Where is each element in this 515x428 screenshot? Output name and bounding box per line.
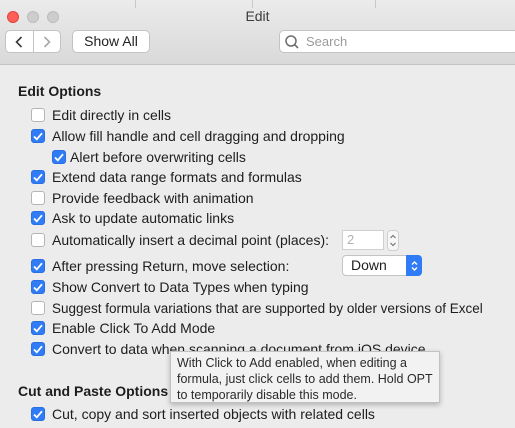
decimal-places-stepper[interactable] (387, 230, 399, 251)
checkbox[interactable] (31, 301, 45, 315)
checkmark-icon (33, 345, 43, 354)
click-to-add-tooltip: With Click to Add enabled, when editing … (170, 351, 440, 403)
section-title-cut-paste: Cut and Paste Options (18, 383, 169, 399)
checkmark-icon (33, 262, 43, 271)
window-toolbar: Edit Show All (0, 0, 515, 65)
checkmark-icon (33, 410, 43, 419)
checkbox[interactable] (31, 129, 45, 143)
option-label: Provide feedback with animation (52, 190, 254, 206)
search-icon (285, 34, 299, 49)
option-row[interactable]: Cut, copy and sort inserted objects with… (31, 404, 375, 424)
option-label: After pressing Return, move selection: (52, 258, 290, 274)
option-row[interactable]: After pressing Return, move selection: (31, 256, 289, 276)
move-selection-value: Down (351, 257, 387, 273)
window-title: Edit (245, 8, 270, 24)
option-row[interactable]: Automatically insert a decimal point (pl… (31, 230, 329, 250)
option-label: Extend data range formats and formulas (52, 169, 302, 185)
option-label: Allow fill handle and cell dragging and … (52, 128, 345, 144)
checkbox[interactable] (31, 407, 45, 421)
checkmark-icon (33, 214, 43, 223)
option-label: Automatically insert a decimal point (pl… (52, 232, 330, 248)
option-label: Alert before overwriting cells (70, 149, 246, 165)
option-row[interactable]: Ask to update automatic links (31, 208, 234, 228)
option-label: Suggest formula variations that are supp… (52, 300, 483, 316)
checkbox[interactable] (31, 259, 45, 273)
option-label: Edit directly in cells (52, 107, 172, 123)
checkbox[interactable] (31, 233, 45, 247)
checkbox[interactable] (31, 342, 45, 356)
decimal-places-field[interactable]: 2 (342, 230, 384, 250)
stepper-arrows-icon (390, 234, 396, 247)
checkbox[interactable] (52, 150, 66, 164)
option-row[interactable]: Edit directly in cells (31, 105, 171, 125)
checkmark-icon (33, 283, 43, 292)
tab-divider (252, 0, 253, 8)
back-button[interactable] (6, 31, 33, 52)
section-title-edit-options: Edit Options (18, 83, 102, 99)
popup-arrows-icon (406, 255, 422, 276)
option-row[interactable]: Alert before overwriting cells (52, 147, 246, 167)
chevron-right-icon (43, 35, 51, 48)
checkmark-icon (54, 153, 64, 162)
option-row[interactable]: Show Convert to Data Types when typing (31, 277, 309, 297)
checkbox[interactable] (31, 321, 45, 335)
option-row[interactable]: Extend data range formats and formulas (31, 167, 302, 187)
forward-button[interactable] (32, 31, 61, 52)
option-label: Enable Click To Add Mode (52, 320, 216, 336)
chevron-left-icon (15, 35, 23, 48)
tab-divider (135, 0, 136, 8)
option-row[interactable]: Enable Click To Add Mode (31, 318, 215, 338)
checkbox[interactable] (31, 280, 45, 294)
show-all-button[interactable]: Show All (72, 30, 150, 53)
option-row[interactable]: Suggest formula variations that are supp… (31, 298, 483, 318)
checkbox[interactable] (31, 170, 45, 184)
checkmark-icon (33, 132, 43, 141)
checkmark-icon (33, 173, 43, 182)
checkbox[interactable] (31, 191, 45, 205)
option-row[interactable]: Provide feedback with animation (31, 188, 254, 208)
checkbox[interactable] (31, 108, 45, 122)
option-row[interactable]: Allow fill handle and cell dragging and … (31, 126, 345, 146)
option-label: Show Convert to Data Types when typing (52, 279, 309, 295)
move-selection-popup[interactable]: Down (342, 255, 422, 276)
search-input[interactable] (302, 34, 506, 49)
option-label: Ask to update automatic links (52, 210, 235, 226)
back-forward-control (5, 30, 61, 53)
checkmark-icon (33, 324, 43, 333)
tab-divider (375, 0, 376, 8)
checkbox[interactable] (31, 211, 45, 225)
option-label: Cut, copy and sort inserted objects with… (52, 406, 375, 422)
search-field[interactable] (279, 30, 515, 53)
